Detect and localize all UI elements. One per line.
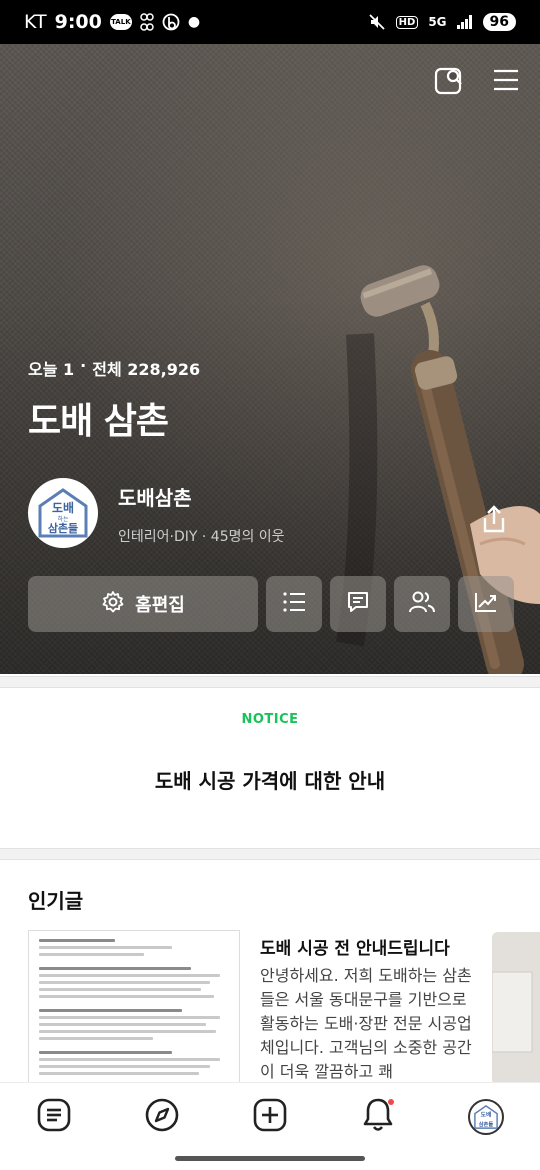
chart-trend-icon: [474, 591, 498, 617]
profile-avatar-small: 도배 삼촌들: [468, 1099, 504, 1135]
mute-icon: [368, 13, 386, 31]
carrier-label: KT: [24, 11, 47, 33]
nav-my-blog[interactable]: 도배 삼촌들: [466, 1097, 506, 1137]
gear-icon: [101, 590, 125, 619]
edit-home-label: 홈편집: [135, 595, 185, 616]
popular-posts-title: 인기글: [28, 889, 84, 913]
stats-button[interactable]: [458, 576, 514, 632]
search-icon[interactable]: [434, 66, 464, 96]
next-post-image: [492, 932, 540, 1085]
profile-meta: 인테리어·DIY · 45명의 이웃: [118, 529, 285, 545]
notice-title[interactable]: 도배 시공 가격에 대한 안내: [0, 765, 540, 794]
edit-home-button[interactable]: 홈편집: [28, 576, 258, 632]
guestbook-button[interactable]: [330, 576, 386, 632]
profile-avatar[interactable]: 도배 하는 삼촌들: [28, 478, 98, 548]
compass-icon: [145, 1098, 179, 1136]
band-app-icon: [162, 13, 180, 31]
action-buttons: 홈편집: [28, 576, 514, 632]
message-icon: [346, 590, 370, 618]
dot-icon: ●: [187, 14, 201, 30]
share-icon[interactable]: [478, 504, 510, 536]
post-excerpt[interactable]: 안녕하세요. 저희 도배하는 삼촌들은 서울 동대문구를 기반으로 활동하는 도…: [260, 964, 475, 1082]
section-divider: [0, 676, 540, 688]
avatar-text-top: 도배: [52, 500, 74, 515]
nav-posts[interactable]: [34, 1097, 74, 1137]
menu-icon[interactable]: [492, 66, 522, 96]
notice-label: NOTICE: [241, 712, 299, 727]
signal-icon: [456, 15, 473, 29]
visits-today: 오늘 1: [28, 360, 75, 379]
kakaotalk-icon: TALK: [109, 14, 132, 30]
avatar-logo-small: 도배 삼촌들: [474, 1105, 498, 1129]
status-bar: KT 9:00 TALK ● HD 5G 96: [0, 0, 540, 44]
list-icon: [282, 591, 306, 617]
post-thumbnail[interactable]: [28, 930, 240, 1085]
avatar-logo: 도배 하는 삼촌들: [38, 488, 88, 538]
clock: 9:00: [54, 11, 102, 33]
nav-write[interactable]: [250, 1097, 290, 1137]
post-list-button[interactable]: [266, 576, 322, 632]
network-badge: 5G: [428, 15, 447, 29]
people-icon: [409, 590, 435, 618]
hd-badge: HD: [395, 15, 419, 29]
nav-explore[interactable]: [142, 1097, 182, 1137]
profile-name[interactable]: 도배삼촌: [118, 482, 192, 511]
avatar-text-bottom: 삼촌들: [48, 521, 78, 535]
post-title[interactable]: 도배 시공 전 안내드립니다: [260, 934, 475, 959]
visitor-count: 오늘 1 · 전체 228,926: [28, 356, 200, 380]
neighbors-button[interactable]: [394, 576, 450, 632]
home-indicator: [175, 1156, 365, 1161]
section-divider: [0, 848, 540, 860]
write-icon: [253, 1098, 287, 1136]
posts-icon: [37, 1098, 71, 1136]
next-post-thumbnail[interactable]: [492, 932, 540, 1085]
app-icon: [140, 13, 154, 31]
visits-separator: ·: [80, 356, 87, 375]
visits-total: 전체 228,926: [92, 360, 201, 379]
blog-cover: 오늘 1 · 전체 228,926 도배 삼촌 도배 하는 삼촌들 도배삼촌 인…: [0, 44, 540, 674]
blog-title: 도배 삼촌: [28, 401, 169, 442]
notification-dot: [388, 1099, 394, 1105]
nav-notifications[interactable]: [358, 1097, 398, 1137]
battery-indicator: 96: [482, 13, 516, 31]
